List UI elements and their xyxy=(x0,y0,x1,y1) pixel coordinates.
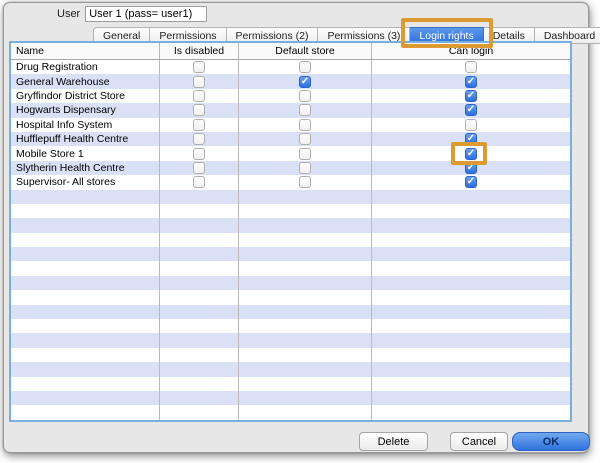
table-row[interactable]: Slytherin Health Centre ✓ xyxy=(11,161,570,175)
empty-table-row xyxy=(11,204,570,218)
is-disabled-checkbox[interactable] xyxy=(193,104,205,116)
empty-table-row xyxy=(11,290,570,304)
empty-table-row xyxy=(11,333,570,347)
checkmark-icon: ✓ xyxy=(466,133,476,143)
empty-table-row xyxy=(11,247,570,261)
can-login-checkbox[interactable]: ✓ xyxy=(465,133,477,145)
is-disabled-checkbox[interactable] xyxy=(193,133,205,145)
checkmark-icon: ✓ xyxy=(466,162,476,172)
ok-button[interactable]: OK xyxy=(512,432,590,451)
empty-table-row xyxy=(11,190,570,204)
checkmark-icon: ✓ xyxy=(466,176,476,186)
delete-button[interactable]: Delete xyxy=(359,432,428,451)
store-name: Mobile Store 1 xyxy=(11,146,160,160)
can-login-checkbox[interactable] xyxy=(465,119,477,131)
store-name: Drug Registration xyxy=(11,60,160,74)
user-field-row: User xyxy=(57,6,207,22)
checkmark-icon: ✓ xyxy=(466,90,476,100)
table-row[interactable]: Drug Registration xyxy=(11,60,570,74)
is-disabled-checkbox[interactable] xyxy=(193,61,205,73)
empty-table-row xyxy=(11,276,570,290)
store-name: Hufflepuff Health Centre xyxy=(11,132,160,146)
table-row[interactable]: Gryffindor District Store ✓ xyxy=(11,89,570,103)
default-store-checkbox[interactable] xyxy=(299,104,311,116)
is-disabled-checkbox[interactable] xyxy=(193,148,205,160)
empty-table-row xyxy=(11,348,570,362)
can-login-checkbox[interactable]: ✓ xyxy=(465,104,477,116)
table-row[interactable]: General Warehouse ✓ ✓ xyxy=(11,74,570,88)
store-name: Supervisor- All stores xyxy=(11,175,160,189)
screenshot-root: User GeneralPermissionsPermissions (2)Pe… xyxy=(0,0,600,463)
table-row[interactable]: Hogwarts Dispensary ✓ xyxy=(11,103,570,117)
empty-table-row xyxy=(11,405,570,419)
empty-table-row xyxy=(11,377,570,391)
checkmark-icon: ✓ xyxy=(466,148,476,158)
can-login-checkbox[interactable] xyxy=(465,61,477,73)
user-name-input[interactable] xyxy=(85,6,207,22)
is-disabled-checkbox[interactable] xyxy=(193,176,205,188)
column-header-is-disabled: Is disabled xyxy=(160,43,239,59)
table-row[interactable]: Hufflepuff Health Centre ✓ xyxy=(11,132,570,146)
can-login-checkbox[interactable]: ✓ xyxy=(465,90,477,102)
store-name: Hospital Info System xyxy=(11,118,160,132)
default-store-checkbox[interactable] xyxy=(299,133,311,145)
default-store-checkbox[interactable] xyxy=(299,162,311,174)
table-row[interactable]: Hospital Info System xyxy=(11,118,570,132)
can-login-checkbox[interactable]: ✓ xyxy=(465,162,477,174)
empty-table-row xyxy=(11,391,570,405)
column-header-can-login: Can login xyxy=(372,43,570,59)
cancel-button[interactable]: Cancel xyxy=(450,432,508,451)
default-store-checkbox[interactable] xyxy=(299,61,311,73)
can-login-checkbox[interactable]: ✓ xyxy=(465,176,477,188)
login-rights-table: NameIs disabledDefault storeCan login Dr… xyxy=(9,41,572,422)
empty-table-row xyxy=(11,218,570,232)
default-store-checkbox[interactable]: ✓ xyxy=(299,76,311,88)
can-login-checkbox[interactable]: ✓ xyxy=(465,148,477,160)
store-name: Hogwarts Dispensary xyxy=(11,103,160,117)
store-name: General Warehouse xyxy=(11,74,160,88)
is-disabled-checkbox[interactable] xyxy=(193,162,205,174)
column-header-default-store: Default store xyxy=(239,43,372,59)
table-body: Drug RegistrationGeneral Warehouse✓✓Gryf… xyxy=(11,60,570,420)
user-details-dialog: User GeneralPermissionsPermissions (2)Pe… xyxy=(3,2,589,453)
store-name: Slytherin Health Centre xyxy=(11,161,160,175)
empty-table-row xyxy=(11,362,570,376)
empty-table-row xyxy=(11,305,570,319)
table-row[interactable]: Mobile Store 1 ✓ xyxy=(11,146,570,160)
is-disabled-checkbox[interactable] xyxy=(193,90,205,102)
checkmark-icon: ✓ xyxy=(466,104,476,114)
is-disabled-checkbox[interactable] xyxy=(193,119,205,131)
user-field-label: User xyxy=(57,8,80,20)
default-store-checkbox[interactable] xyxy=(299,176,311,188)
checkmark-icon: ✓ xyxy=(300,76,310,86)
empty-table-row xyxy=(11,319,570,333)
default-store-checkbox[interactable] xyxy=(299,119,311,131)
empty-table-row xyxy=(11,261,570,275)
table-header-row: NameIs disabledDefault storeCan login xyxy=(11,43,570,60)
default-store-checkbox[interactable] xyxy=(299,90,311,102)
table-row[interactable]: Supervisor- All stores ✓ xyxy=(11,175,570,189)
empty-table-row xyxy=(11,233,570,247)
column-header-name: Name xyxy=(11,43,160,59)
checkmark-icon: ✓ xyxy=(466,76,476,86)
is-disabled-checkbox[interactable] xyxy=(193,76,205,88)
store-name: Gryffindor District Store xyxy=(11,89,160,103)
can-login-checkbox[interactable]: ✓ xyxy=(465,76,477,88)
default-store-checkbox[interactable] xyxy=(299,148,311,160)
